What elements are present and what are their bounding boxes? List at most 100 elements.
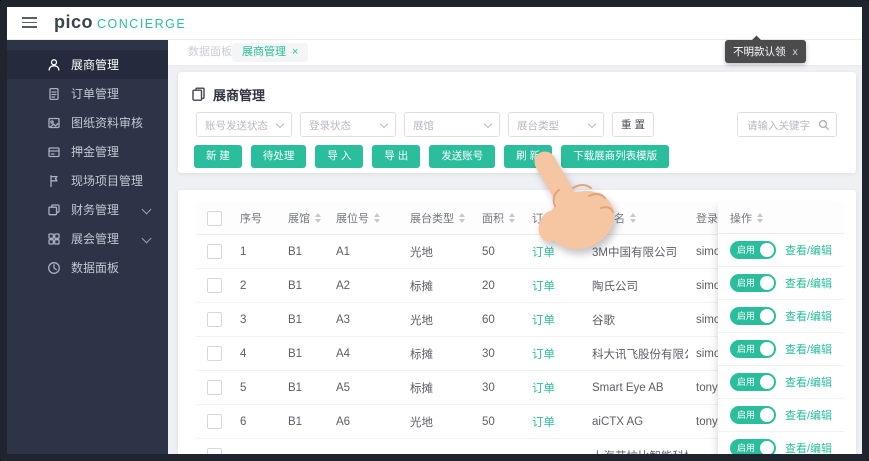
sidebar-item-exhibitor-management[interactable]: 展商管理 [7, 50, 168, 79]
export-button[interactable]: 导 出 [372, 145, 421, 168]
row-checkbox[interactable] [206, 244, 222, 259]
filter-login-status[interactable]: 登录状态 [300, 112, 396, 137]
view-edit-link[interactable]: 查看/编辑 [785, 308, 832, 324]
cell-booth: A2 [336, 279, 351, 292]
cell-hall: B1 [288, 347, 303, 360]
chevron-down-icon [587, 119, 597, 129]
sort-icon[interactable] [509, 213, 515, 223]
toggle-knob [760, 441, 774, 454]
enable-toggle[interactable]: 启用 [730, 373, 776, 391]
order-link[interactable]: 订单 [524, 312, 584, 328]
cell-area: 30 [482, 347, 495, 360]
hamburger-menu-icon[interactable] [22, 17, 37, 28]
select-all-checkbox[interactable] [206, 210, 222, 226]
cell-index: 1 [240, 245, 247, 258]
row-checkbox[interactable] [206, 414, 222, 429]
view-edit-link[interactable]: 查看/编辑 [785, 374, 832, 390]
import-button[interactable]: 导 入 [315, 145, 364, 168]
view-edit-link[interactable]: 查看/编辑 [785, 407, 832, 423]
sort-icon[interactable] [459, 213, 465, 223]
row-checkbox[interactable] [206, 278, 222, 293]
enable-toggle[interactable]: 启用 [730, 340, 776, 358]
sidebar-item-expo-management[interactable]: 展会管理 [7, 224, 168, 253]
download-template-button[interactable]: 下载展商列表模版 [561, 145, 670, 168]
cell-index: 3 [240, 313, 247, 326]
main-content: 数据面板 展商管理 × 展商管理 账号发送状态 登录状态 展馆 展台类型 重 置… [168, 39, 862, 454]
sort-icon[interactable] [757, 212, 763, 223]
search-input[interactable] [745, 114, 821, 137]
finance-icon [47, 203, 61, 217]
search-icon[interactable] [818, 119, 830, 131]
row-checkbox[interactable] [206, 312, 222, 327]
view-edit-link[interactable]: 查看/编辑 [785, 242, 832, 258]
toggle-label: 启用 [737, 344, 756, 354]
enable-toggle[interactable]: 启用 [730, 439, 776, 454]
send-account-button[interactable]: 发送账号 [429, 145, 496, 168]
order-link[interactable]: 订单 [524, 244, 584, 260]
new-button[interactable]: 新 建 [194, 145, 242, 168]
view-edit-link[interactable]: 查看/编辑 [785, 440, 832, 454]
sidebar-item-deposit-management[interactable]: 押金管理 [7, 137, 168, 166]
claim-tooltip: 不明款认领 x [725, 40, 806, 63]
view-edit-link[interactable]: 查看/编辑 [785, 341, 832, 357]
sidebar-item-drawing-review[interactable]: 图纸资料审核 [7, 108, 168, 137]
sidebar-item-onsite-project-management[interactable]: 现场项目管理 [7, 166, 168, 195]
table-row: 3 B1 A3 光地 60 订单 谷歌 simo [196, 303, 718, 337]
cell-exhibitor-name: 科大讯飞股份有限公司 [592, 348, 688, 361]
sidebar-item-label: 展会管理 [71, 232, 120, 246]
sidebar-item-order-management[interactable]: 订单管理 [7, 79, 168, 108]
tab-exhibitor-management[interactable]: 展商管理 × [232, 43, 309, 62]
tab-close-icon[interactable]: × [292, 46, 298, 58]
sort-icon[interactable] [630, 213, 636, 223]
sort-icon[interactable] [374, 213, 380, 223]
exhibitor-table-card: 序号 展馆 展位号 展台类型 面积 订单 展商名 登录账号 [178, 190, 856, 454]
enable-toggle[interactable]: 启用 [730, 307, 776, 325]
row-checkbox[interactable] [206, 380, 222, 395]
cell-booth-type: 光地 [410, 246, 433, 259]
sort-icon[interactable] [315, 213, 321, 223]
enable-toggle[interactable]: 启用 [730, 274, 776, 292]
cell-area: 60 [482, 313, 495, 326]
sidebar-item-label: 展商管理 [71, 58, 120, 72]
row-checkbox[interactable] [206, 346, 222, 361]
sort-icon[interactable] [559, 213, 565, 223]
cell-booth: A6 [336, 415, 351, 428]
cell-exhibitor-name: Smart Eye AB [592, 381, 664, 394]
col-header-index: 序号 [240, 213, 262, 225]
logo-primary: pico [54, 12, 94, 32]
sidebar-item-label: 押金管理 [71, 145, 120, 159]
sidebar-item-finance-management[interactable]: 财务管理 [7, 195, 168, 224]
sidebar-item-label: 数据面板 [71, 261, 120, 275]
row-checkbox[interactable] [206, 448, 222, 454]
cell-hall: B1 [288, 279, 303, 292]
pending-button[interactable]: 待处理 [250, 145, 307, 168]
sidebar-item-data-dashboard[interactable]: 数据面板 [7, 253, 168, 282]
refresh-button[interactable]: 刷 新 [504, 145, 553, 168]
claim-tooltip-text: 不明款认领 [733, 46, 786, 58]
order-link[interactable]: 订单 [524, 380, 584, 396]
enable-toggle[interactable]: 启用 [730, 406, 776, 424]
tooltip-close-icon[interactable]: x [793, 46, 798, 58]
cell-login-account: simo [696, 347, 718, 360]
order-link[interactable]: 订单 [524, 346, 584, 362]
filter-booth-type[interactable]: 展台类型 [508, 112, 604, 137]
filter-placeholder: 展台类型 [517, 120, 559, 132]
order-link[interactable]: 订单 [524, 278, 584, 294]
order-link[interactable]: 订单 [524, 414, 584, 430]
filter-account-send-status[interactable]: 账号发送状态 [196, 112, 292, 137]
cell-area: 50 [482, 245, 495, 258]
action-row: 启用 查看/编辑 [718, 366, 844, 399]
view-edit-link[interactable]: 查看/编辑 [785, 275, 832, 291]
action-row: 启用 查看/编辑 [718, 234, 844, 267]
reset-button[interactable]: 重 置 [612, 112, 654, 137]
keyword-search [737, 112, 837, 137]
onsite-project-flag-icon [47, 174, 61, 188]
app-window: pico CONCIERGE 1 S 不明款认领 x 展商管理 [0, 0, 869, 461]
table-scroll-area[interactable]: 序号 展馆 展位号 展台类型 面积 订单 展商名 登录账号 [196, 202, 718, 454]
enable-toggle[interactable]: 启用 [730, 241, 776, 259]
cell-booth: A4 [336, 347, 351, 360]
table-row: 6 B1 A6 光地 50 订单 aiCTX AG tony. [196, 405, 718, 439]
toggle-label: 启用 [737, 311, 756, 321]
cell-booth-type: 光地 [410, 314, 433, 327]
filter-hall[interactable]: 展馆 [404, 112, 500, 137]
